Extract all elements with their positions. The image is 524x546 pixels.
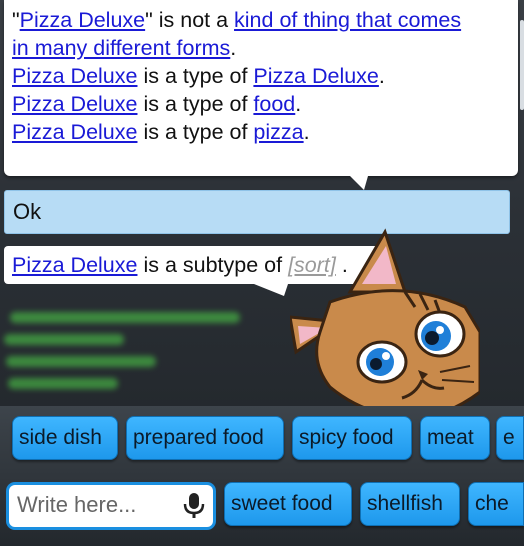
concept-link[interactable]: Pizza Deluxe [12, 253, 137, 277]
concept-link[interactable]: pizza [253, 120, 303, 144]
chat-input[interactable] [9, 485, 175, 525]
concept-link[interactable]: kind of thing that comes [234, 8, 461, 32]
response-bubble: "Pizza Deluxe" is not a kind of thing th… [4, 0, 518, 190]
concept-link[interactable]: Pizza Deluxe [12, 92, 137, 116]
response-line: in many different forms. [12, 34, 510, 62]
text: is a type of [137, 120, 254, 144]
text: " [12, 8, 20, 32]
text: . [303, 120, 310, 144]
response-line: Pizza Deluxe is a type of pizza. [12, 118, 510, 146]
scrollbar[interactable] [520, 20, 524, 110]
text: is a subtype of [137, 253, 289, 277]
bubble-tail [254, 284, 288, 296]
suggestion-chip[interactable]: shellfish [360, 482, 460, 526]
suggestion-chip[interactable]: che [468, 482, 524, 526]
text: is a type of [137, 64, 254, 88]
chat-input-container [6, 482, 216, 530]
concept-link[interactable]: food [253, 92, 295, 116]
chat-input-box [9, 485, 213, 527]
suggestion-chip[interactable]: e [496, 416, 524, 460]
concept-link[interactable]: Pizza Deluxe [253, 64, 378, 88]
text: " is not a [145, 8, 235, 32]
concept-link[interactable]: Pizza Deluxe [12, 64, 137, 88]
cat-avatar [290, 228, 480, 420]
suggestion-chip[interactable]: prepared food [126, 416, 284, 460]
suggestion-chip[interactable]: side dish [12, 416, 118, 460]
concept-link[interactable]: Pizza Deluxe [12, 120, 137, 144]
bubble-tail [350, 176, 368, 190]
text: is a type of [137, 92, 254, 116]
microphone-icon[interactable] [181, 492, 207, 520]
concept-link[interactable]: in many different forms [12, 36, 230, 60]
suggestion-chip[interactable]: spicy food [292, 416, 412, 460]
text: . [378, 64, 385, 88]
response-line: Pizza Deluxe is a type of food. [12, 90, 510, 118]
user-reply-text: Ok [13, 199, 42, 224]
decorative-glow [0, 312, 250, 402]
suggestion-chip[interactable]: meat [420, 416, 490, 460]
response-line: Pizza Deluxe is a type of Pizza Deluxe. [12, 62, 510, 90]
suggestion-chip[interactable]: sweet food [224, 482, 352, 526]
text: . [295, 92, 302, 116]
response-line: "Pizza Deluxe" is not a kind of thing th… [12, 6, 510, 34]
text: . [230, 36, 237, 60]
concept-link[interactable]: Pizza Deluxe [20, 8, 145, 32]
